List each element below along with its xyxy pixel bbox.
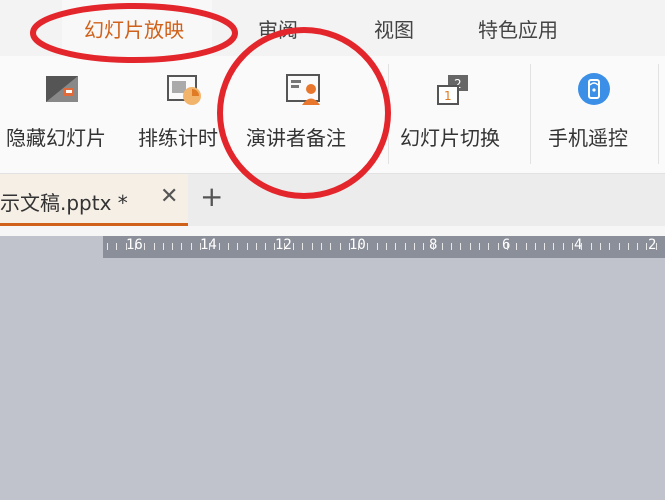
ruler-tick (144, 243, 146, 250)
ruler-tick (125, 243, 127, 250)
ruler-tick (637, 243, 639, 250)
speaker-notes-button[interactable]: 演讲者备注 (240, 56, 366, 173)
ruler-tick (423, 243, 425, 250)
ribbon-separator (658, 64, 659, 164)
ruler-tick (609, 243, 611, 250)
tab-slide-show[interactable]: 幻灯片放映 (84, 14, 184, 43)
hide-slide-button[interactable]: 隐藏幻灯片 (4, 56, 122, 173)
ruler-tick (618, 243, 620, 250)
rehearse-timing-label: 排练计时 (138, 126, 218, 150)
ruler-tick (646, 243, 648, 250)
ruler-tick (190, 243, 192, 250)
ruler-tick (562, 243, 564, 250)
ruler-tick (469, 243, 471, 250)
slide-switch-label: 幻灯片切换 (400, 126, 500, 150)
ruler-tick (544, 243, 546, 250)
ruler-tick (134, 243, 136, 250)
ruler-tick (404, 243, 406, 250)
ruler-tick (116, 243, 118, 250)
document-tab-bar: 示文稿.pptx * ✕ + (0, 174, 665, 226)
ruler-tick (488, 243, 490, 250)
ruler-tick (479, 243, 480, 250)
ruler-tick (246, 243, 248, 250)
ruler-tick (348, 243, 350, 250)
ruler-tick (293, 243, 294, 250)
ruler-tick (283, 243, 285, 250)
ruler-tick (413, 243, 415, 250)
ruler-tick (432, 243, 434, 250)
ruler-tick (218, 243, 220, 250)
tab-special-apps[interactable]: 特色应用 (478, 14, 558, 43)
svg-text:1: 1 (444, 89, 452, 103)
phone-remote-button[interactable]: 手机遥控 (544, 56, 654, 173)
rehearse-timing-button[interactable]: 排练计时 (136, 56, 236, 173)
canvas-top-strip (0, 226, 665, 236)
phone-remote-icon (578, 73, 610, 105)
ruler-tick (386, 243, 387, 250)
ruler-tick (516, 243, 518, 250)
ruler-tick (395, 243, 397, 250)
ruler-tick (599, 243, 601, 250)
ruler-tick (655, 243, 657, 250)
ribbon-separator (388, 64, 389, 164)
ruler-tick (376, 243, 378, 250)
ruler-tick (627, 243, 629, 250)
ruler-tick (497, 243, 499, 250)
ruler-tick (553, 243, 555, 250)
ruler-tick (172, 243, 174, 250)
slide-workspace (0, 258, 665, 500)
slide-switch-button[interactable]: 2 1 幻灯片切换 (396, 56, 522, 173)
ruler-tick (274, 243, 276, 250)
ribbon-separator (530, 64, 531, 164)
ruler-tick (460, 243, 462, 250)
close-icon[interactable]: ✕ (160, 184, 178, 209)
ruler-tick (181, 243, 183, 250)
ruler-tick (330, 243, 332, 250)
slide-switch-icon: 2 1 (437, 75, 468, 105)
ruler-tick (534, 243, 536, 250)
ruler-tick (320, 243, 322, 250)
ruler-tick (311, 243, 313, 250)
new-tab-plus-icon[interactable]: + (200, 180, 223, 213)
ruler-tick (367, 243, 369, 250)
document-tab-name: 示文稿.pptx * (0, 191, 128, 215)
ruler-tick (209, 243, 211, 250)
hide-slide-icon (46, 76, 78, 102)
ruler-tick (255, 243, 257, 250)
ruler-tick (265, 243, 267, 250)
ruler-tick (358, 243, 360, 250)
ruler-tick (227, 243, 229, 250)
tab-view[interactable]: 视图 (374, 14, 414, 43)
document-tab[interactable]: 示文稿.pptx * ✕ (0, 174, 188, 226)
phone-remote-label: 手机遥控 (548, 126, 628, 150)
tab-review[interactable]: 审阅 (258, 14, 298, 43)
ruler-tick (572, 243, 573, 250)
ruler-tick (506, 243, 508, 250)
rehearse-timing-icon (167, 75, 201, 105)
ruler-tick (107, 243, 108, 250)
ribbon-tab-bar: 画 幻灯片放映 审阅 视图 特色应用 (0, 0, 665, 56)
ruler-tick (200, 243, 201, 250)
speaker-notes-label: 演讲者备注 (246, 126, 346, 150)
horizontal-ruler: 16 14 12 10 8 6 4 2 (103, 236, 665, 258)
ruler-tick (162, 243, 164, 250)
ruler-tick (590, 243, 592, 250)
ruler-tick (581, 243, 583, 250)
ruler-tick (302, 243, 304, 250)
ruler-tick (525, 243, 527, 250)
ruler-tick (441, 243, 443, 250)
hide-slide-label: 隐藏幻灯片 (6, 126, 106, 150)
ruler-tick (339, 243, 341, 250)
ruler-tick (153, 243, 155, 250)
speaker-notes-icon (286, 74, 320, 105)
ruler-tick (451, 243, 453, 250)
ribbon-toolbar: 隐藏幻灯片 排练计时 演讲者备注 2 1 幻灯片切换 手机遥控 (0, 56, 665, 174)
ruler-tick (237, 243, 239, 250)
